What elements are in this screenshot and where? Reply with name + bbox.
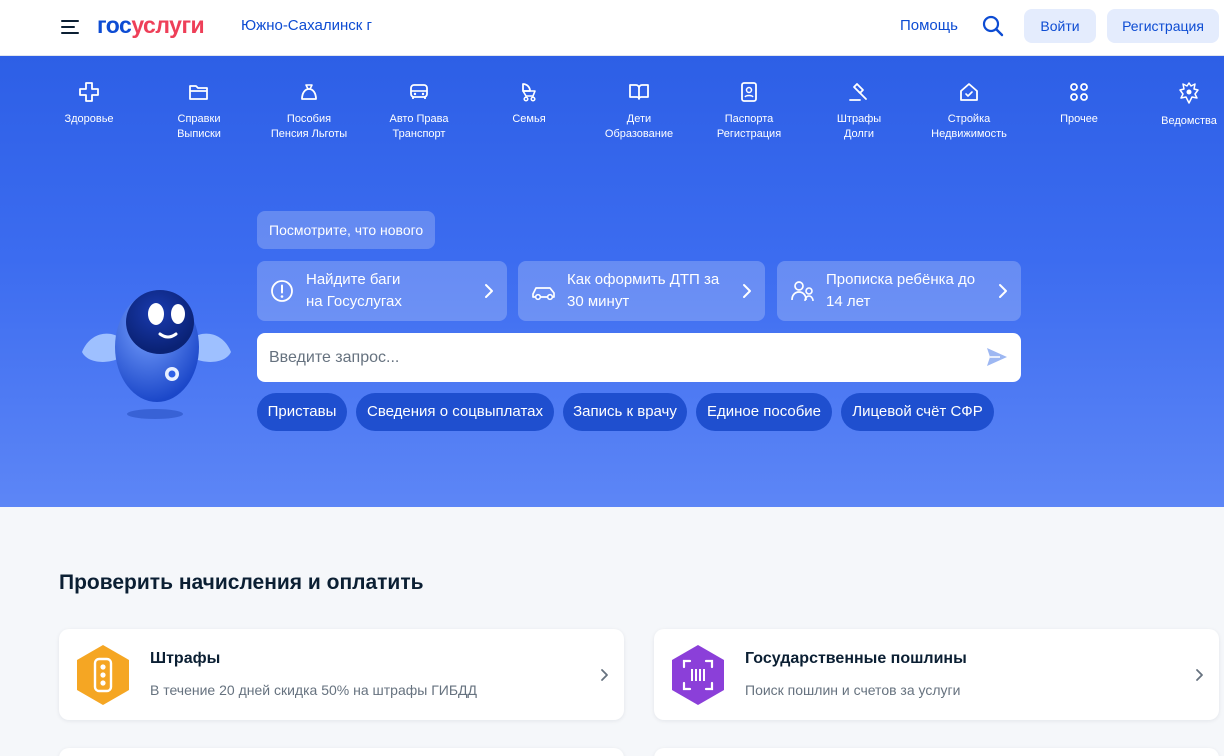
promo-card-text: Найдите баги на Госуслугах	[306, 271, 402, 310]
send-icon[interactable]	[985, 346, 1009, 373]
search-icon[interactable]	[980, 13, 1006, 39]
state-fees-card-title: Государственные пошлины	[745, 650, 967, 667]
chip-social-payments[interactable]: Сведения о соцвыплатах	[356, 393, 554, 431]
category-children[interactable]: Дети Образование	[584, 80, 694, 142]
category-label: Прочее	[1060, 113, 1098, 125]
car-icon	[530, 278, 558, 309]
category-certificates[interactable]: Справки Выписки	[144, 80, 254, 142]
chip-bailiffs[interactable]: Приставы	[257, 393, 347, 431]
scan-code-icon	[668, 643, 728, 712]
fines-card-subtitle: В течение 20 дней скидка 50% на штрафы Г…	[150, 682, 477, 698]
grid-icon	[1070, 83, 1088, 101]
robot-assistant-illustration[interactable]	[80, 272, 235, 427]
family-icon	[789, 278, 817, 309]
gosuslugi-logo[interactable]: госуслуги	[97, 11, 205, 39]
search-input[interactable]	[269, 333, 969, 382]
category-auto[interactable]: Авто Права Транспорт	[364, 80, 474, 142]
house-icon	[960, 83, 978, 101]
help-link[interactable]: Помощь	[900, 17, 958, 35]
payments-section-title: Проверить начисления и оплатить	[59, 571, 424, 594]
category-label: Авто Права Транспорт	[389, 113, 449, 140]
gavel-icon	[849, 83, 867, 101]
fines-card[interactable]: Штрафы В течение 20 дней скидка 50% на ш…	[59, 629, 624, 720]
chevron-right-icon	[600, 668, 610, 687]
category-benefits[interactable]: Пособия Пенсия Льготы	[254, 80, 364, 142]
book-icon	[629, 84, 649, 100]
city-selector[interactable]: Южно-Сахалинск г	[241, 17, 372, 35]
category-label: Ведомства	[1161, 115, 1217, 127]
menu-icon[interactable]	[58, 14, 84, 40]
folder-icon	[189, 85, 208, 100]
whats-new-button[interactable]: Посмотрите, что нового	[257, 211, 436, 249]
coat-of-arms-icon	[1179, 82, 1199, 104]
logo-part-2: услуги	[131, 12, 205, 38]
coin-bag-icon	[301, 84, 317, 100]
passport-icon	[741, 82, 757, 102]
category-other[interactable]: Прочее	[1024, 80, 1134, 127]
category-agencies[interactable]: Ведомства	[1134, 80, 1224, 129]
promo-card-text: Как оформить ДТП за 30 минут	[567, 271, 720, 310]
category-passports[interactable]: Паспорта Регистрация	[694, 80, 804, 142]
chevron-right-icon	[483, 282, 495, 305]
category-label: Справки Выписки	[177, 113, 221, 140]
category-label: Стройка Недвижимость	[931, 113, 1007, 140]
state-fees-card-subtitle: Поиск пошлин и счетов за услуги	[745, 682, 961, 698]
traffic-light-icon	[73, 643, 133, 712]
fines-card-title: Штрафы	[150, 650, 221, 667]
category-label: Пособия Пенсия Льготы	[270, 113, 348, 140]
promo-card-dtp[interactable]: Как оформить ДТП за 30 минут	[518, 261, 765, 321]
health-icon	[79, 82, 99, 102]
category-health[interactable]: Здоровье	[34, 80, 144, 127]
category-label: Семья	[512, 113, 546, 125]
hero-banner: Здоровье Справки Выписки Пособия Пенсия …	[0, 56, 1224, 507]
info-icon	[269, 278, 295, 309]
chip-unified-allowance[interactable]: Единое пособие	[696, 393, 832, 431]
chevron-right-icon	[997, 282, 1009, 305]
category-label: Паспорта Регистрация	[716, 113, 782, 140]
chevron-right-icon	[741, 282, 753, 305]
category-fines[interactable]: Штрафы Долги	[804, 80, 914, 142]
chip-doctor-appointment[interactable]: Запись к врачу	[563, 393, 687, 431]
register-button[interactable]: Регистрация	[1107, 9, 1219, 43]
stroller-icon	[522, 83, 536, 102]
category-label: Штрафы Долги	[836, 113, 882, 140]
promo-card-registration[interactable]: Прописка ребёнка до 14 лет	[777, 261, 1021, 321]
chevron-right-icon	[1195, 668, 1205, 687]
top-header: госуслуги Южно-Сахалинск г Помощь Войти …	[0, 0, 1224, 56]
promo-card-bugs[interactable]: Найдите баги на Госуслугах	[257, 261, 507, 321]
next-card-partial	[59, 748, 624, 756]
category-construction[interactable]: Стройка Недвижимость	[914, 80, 1024, 142]
chip-sfr-account[interactable]: Лицевой счёт СФР	[841, 393, 994, 431]
category-label: Дети Образование	[604, 113, 674, 140]
login-button[interactable]: Войти	[1024, 9, 1096, 43]
state-fees-card[interactable]: Государственные пошлины Поиск пошлин и с…	[654, 629, 1219, 720]
logo-part-1: гос	[97, 12, 132, 38]
next-card-partial	[654, 748, 1219, 756]
category-family[interactable]: Семья	[474, 80, 584, 127]
category-label: Здоровье	[64, 113, 114, 125]
search-bar	[257, 333, 1021, 382]
car-icon	[410, 84, 428, 99]
promo-card-text: Прописка ребёнка до 14 лет	[826, 271, 976, 310]
